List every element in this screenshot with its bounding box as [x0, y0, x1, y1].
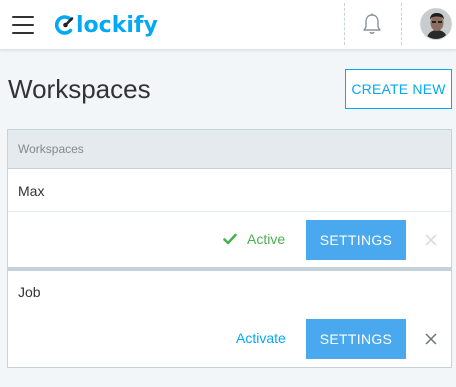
top-header: lockify — [0, 0, 456, 50]
workspace-name-row: Max — [8, 170, 451, 212]
workspace-actions-row: Active SETTINGS — [8, 212, 451, 267]
clockify-logo[interactable]: lockify — [55, 10, 158, 40]
create-new-button[interactable]: CREATE NEW — [345, 69, 452, 109]
clockify-logo-icon — [55, 15, 74, 35]
activate-link[interactable]: Activate — [236, 330, 286, 346]
delete-icon[interactable] — [423, 331, 439, 347]
workspace-name-row: Job — [8, 271, 451, 313]
settings-button[interactable]: SETTINGS — [306, 319, 406, 359]
workspace-actions-row: Activate SETTINGS — [8, 311, 451, 366]
delete-icon[interactable] — [423, 232, 439, 248]
table-header: Workspaces — [8, 130, 451, 169]
workspaces-table: Workspaces Max Active SETTINGS Job Activ… — [7, 129, 452, 368]
workspace-name: Max — [18, 182, 45, 199]
header-divider — [344, 3, 345, 45]
workspace-name: Job — [18, 283, 41, 300]
check-icon — [223, 233, 237, 245]
page-title: Workspaces — [8, 74, 151, 104]
logo-text: lockify — [76, 12, 158, 38]
header-divider — [401, 3, 402, 45]
menu-icon[interactable] — [12, 16, 34, 34]
status-label: Active — [247, 231, 286, 247]
bell-icon[interactable] — [361, 12, 383, 36]
avatar[interactable] — [420, 8, 452, 40]
active-status: Active — [223, 231, 285, 247]
settings-button[interactable]: SETTINGS — [306, 220, 406, 260]
